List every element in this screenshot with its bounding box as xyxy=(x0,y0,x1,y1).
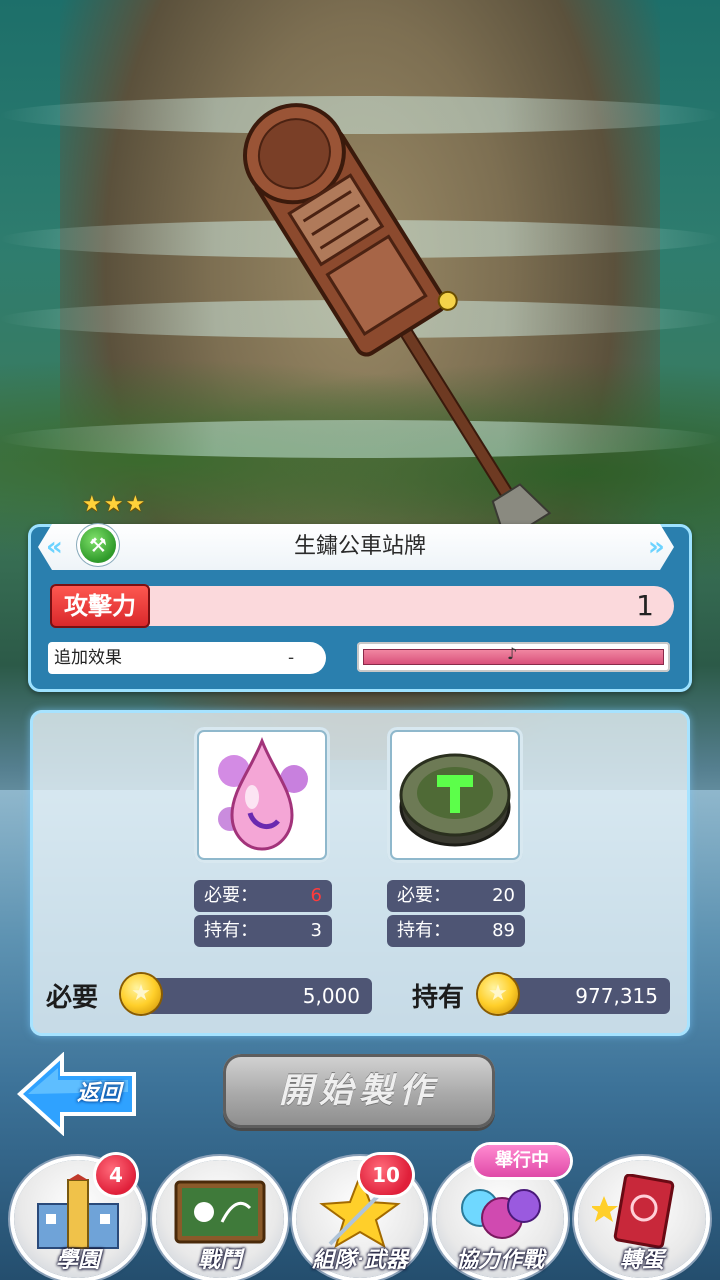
star-icon: ★ xyxy=(125,492,146,517)
material-required-row: 必要： 20 xyxy=(387,880,525,912)
gold-owned-bar: 977,315 xyxy=(496,978,670,1014)
effect-gauge: ♪ xyxy=(357,642,670,672)
start-crafting-button[interactable]: 開始製作 xyxy=(223,1054,495,1128)
required-value: 6 xyxy=(310,885,322,906)
attack-label: 攻擊力 xyxy=(50,584,150,628)
nav-badge: 4 xyxy=(96,1155,136,1195)
required-label: 必要： xyxy=(204,885,258,906)
gold-required-value: 5,000 xyxy=(302,984,360,1008)
rarity-stars: ★ ★ ★ xyxy=(82,494,145,516)
chevron-left-icon: « xyxy=(46,532,63,562)
required-label: 必要： xyxy=(397,885,451,906)
nav-label: 學園 xyxy=(55,1248,100,1273)
required-value: 20 xyxy=(492,885,515,906)
extra-effect-label: 追加效果 xyxy=(54,648,122,668)
attack-value: 1 xyxy=(636,589,654,622)
star-icon: ★ xyxy=(103,492,124,517)
owned-value: 89 xyxy=(492,920,515,941)
gold-coin-icon: ★ xyxy=(121,974,161,1014)
nav-label: 戰鬥 xyxy=(197,1248,242,1273)
extra-effect-value: - xyxy=(288,648,295,668)
co-op-balloon-icon xyxy=(461,1189,541,1239)
star-icon: ★ xyxy=(82,492,102,517)
gacha-card-icon xyxy=(592,1174,675,1249)
nav-label: 轉蛋 xyxy=(619,1248,664,1273)
material-owned-row: 持有： 89 xyxy=(387,915,525,947)
gold-required-label: 必要 xyxy=(46,983,99,1013)
battle-board-icon xyxy=(174,1180,266,1244)
weapon-illustration xyxy=(0,0,720,560)
nav-gacha[interactable]: 轉蛋 xyxy=(578,1160,706,1278)
owned-label: 持有： xyxy=(204,920,258,941)
gold-coin-icon: ★ xyxy=(478,974,518,1014)
attack-bar: 1 xyxy=(146,586,674,626)
purple-drop-icon xyxy=(218,736,308,851)
material-required-row: 必要： 6 xyxy=(194,880,332,912)
nav-coop-battle[interactable]: 協力作戰 xyxy=(436,1160,564,1278)
bus-stop-sign-icon xyxy=(242,103,552,543)
gold-required-bar: 5,000 xyxy=(140,978,372,1014)
material-card[interactable] xyxy=(194,727,330,863)
nav-badge: 10 xyxy=(360,1155,412,1195)
back-label: 返回 xyxy=(76,1081,121,1106)
nav-label: 協力作戰 xyxy=(455,1248,544,1273)
chevron-right-icon: » xyxy=(648,532,665,562)
event-ongoing-tag: 舉行中 xyxy=(474,1145,570,1177)
extra-effect-box: 追加效果 - xyxy=(48,642,326,674)
owned-value: 3 xyxy=(310,920,322,941)
weapon-name: 生鏽公車站牌 xyxy=(293,534,426,559)
nav-label: 組隊‧武器 xyxy=(312,1248,408,1273)
gold-owned-value: 977,315 xyxy=(575,984,658,1008)
music-note-icon: ♪ xyxy=(507,644,518,663)
material-card[interactable] xyxy=(387,727,523,863)
gold-owned-label: 持有 xyxy=(412,983,465,1013)
nav-battle[interactable]: 戰鬥 xyxy=(156,1160,284,1278)
back-button[interactable]: 返回 xyxy=(16,1051,140,1137)
owned-label: 持有： xyxy=(397,920,451,941)
hammer-icon: ⚒ xyxy=(80,527,116,563)
material-owned-row: 持有： 3 xyxy=(194,915,332,947)
green-hammer-stone-icon xyxy=(399,753,511,847)
